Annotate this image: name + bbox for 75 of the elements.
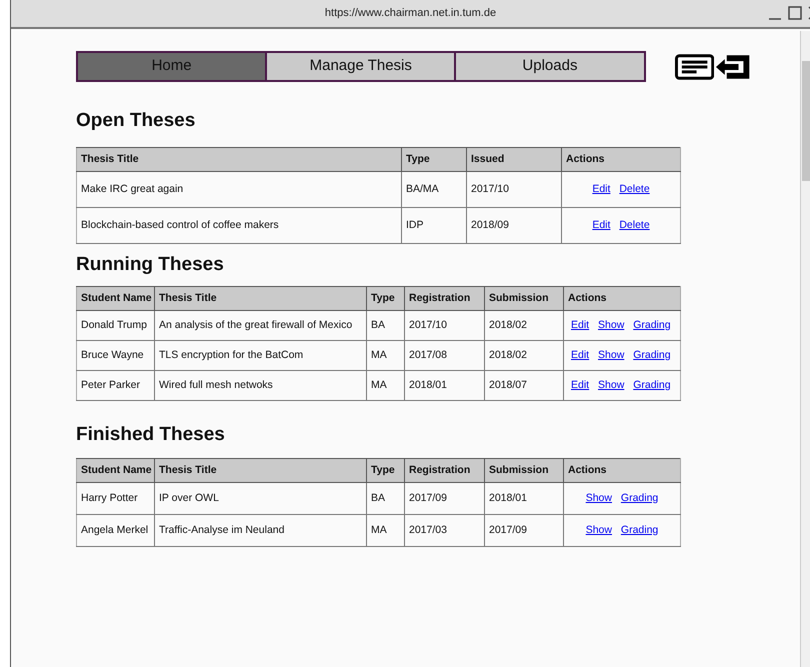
column-header: Student Name <box>76 458 154 482</box>
column-header: Type <box>366 286 404 310</box>
action-link[interactable]: Grading <box>620 492 658 504</box>
column-header: Type <box>366 458 404 482</box>
scroll-thumb[interactable] <box>802 61 810 181</box>
table-cell: 2018/09 <box>466 208 562 244</box>
table-cell: 2018/02 <box>484 310 564 340</box>
table-cell: Harry Potter <box>76 482 154 514</box>
column-header: Thesis Title <box>76 148 402 172</box>
column-header: Actions <box>564 458 680 482</box>
table-cell: An analysis of the great firewall of Mexico <box>154 310 366 340</box>
scrollbar[interactable] <box>800 31 810 667</box>
action-link[interactable]: Edit <box>571 348 590 361</box>
table-cell: 2017/10 <box>404 310 484 340</box>
table-cell: BA/MA <box>402 172 466 208</box>
action-link[interactable]: Show <box>598 348 624 361</box>
action-link[interactable]: Grading <box>633 348 671 361</box>
table-cell: Make IRC great again <box>76 172 402 208</box>
column-header: Thesis Title <box>154 286 366 310</box>
table-cell: TLS encryption for the BatCom <box>154 340 366 370</box>
action-link[interactable]: Edit <box>571 318 590 331</box>
action-link[interactable]: Show <box>586 492 612 504</box>
nav-tab[interactable]: Manage Thesis <box>265 53 454 80</box>
logout-icon[interactable] <box>714 52 751 80</box>
table-cell: Bruce Wayne <box>76 340 154 370</box>
column-header: Actions <box>562 148 680 172</box>
column-header: Submission <box>484 286 564 310</box>
column-header: Type <box>402 148 466 172</box>
window-title: https://www.chairman.net.in.tum.de <box>324 6 496 22</box>
action-link[interactable]: Edit <box>571 378 590 391</box>
maximize-icon[interactable] <box>788 6 802 20</box>
table-cell: 2018/01 <box>484 482 564 514</box>
document-icon[interactable] <box>674 54 714 80</box>
nav-tab[interactable]: Uploads <box>454 53 644 80</box>
table-cell: IDP <box>402 208 466 244</box>
column-header: Registration <box>404 458 484 482</box>
table-cell: 2018/01 <box>404 370 484 400</box>
table-cell: 2017/03 <box>404 514 484 546</box>
table-cell: 2018/02 <box>484 340 564 370</box>
action-link[interactable]: Show <box>586 524 612 536</box>
column-header: Actions <box>564 286 680 310</box>
column-header: Registration <box>404 286 484 310</box>
column-header: Student Name <box>76 286 154 310</box>
table-cell: 2017/08 <box>404 340 484 370</box>
table-cell: Traffic-Analyse im Neuland <box>154 514 366 546</box>
action-link[interactable]: Grading <box>633 318 671 331</box>
action-link[interactable]: Show <box>598 318 624 331</box>
column-header: Thesis Title <box>154 458 366 482</box>
section-heading: Running Theses <box>76 253 225 277</box>
action-link[interactable]: Grading <box>633 378 671 391</box>
table-cell: Wired full mesh netwoks <box>154 370 366 400</box>
section-heading: Open Theses <box>76 109 196 133</box>
action-link[interactable]: Show <box>598 378 624 391</box>
table-cell: 2017/09 <box>484 514 564 546</box>
action-link[interactable]: Grading <box>620 524 658 536</box>
table-cell: Blockchain-based control of coffee makers <box>76 208 402 244</box>
table-cell: Donald Trump <box>76 310 154 340</box>
action-link[interactable]: Delete <box>619 182 650 195</box>
table-cell: BA <box>366 310 404 340</box>
column-header: Issued <box>466 148 562 172</box>
table-cell: Angela Merkel <box>76 514 154 546</box>
table-cell: MA <box>366 514 404 546</box>
table-cell: 2017/09 <box>404 482 484 514</box>
table-cell: Peter Parker <box>76 370 154 400</box>
table-cell: 2018/07 <box>484 370 564 400</box>
action-link[interactable]: Delete <box>619 218 650 231</box>
table-cell: 2017/10 <box>466 172 562 208</box>
table-cell: MA <box>366 340 404 370</box>
table-cell: BA <box>366 482 404 514</box>
column-header: Submission <box>484 458 564 482</box>
table-cell: MA <box>366 370 404 400</box>
action-link[interactable]: Edit <box>592 218 610 231</box>
section-heading: Finished Theses <box>76 423 226 447</box>
action-link[interactable]: Edit <box>592 182 610 195</box>
table-cell: IP over OWL <box>154 482 366 514</box>
